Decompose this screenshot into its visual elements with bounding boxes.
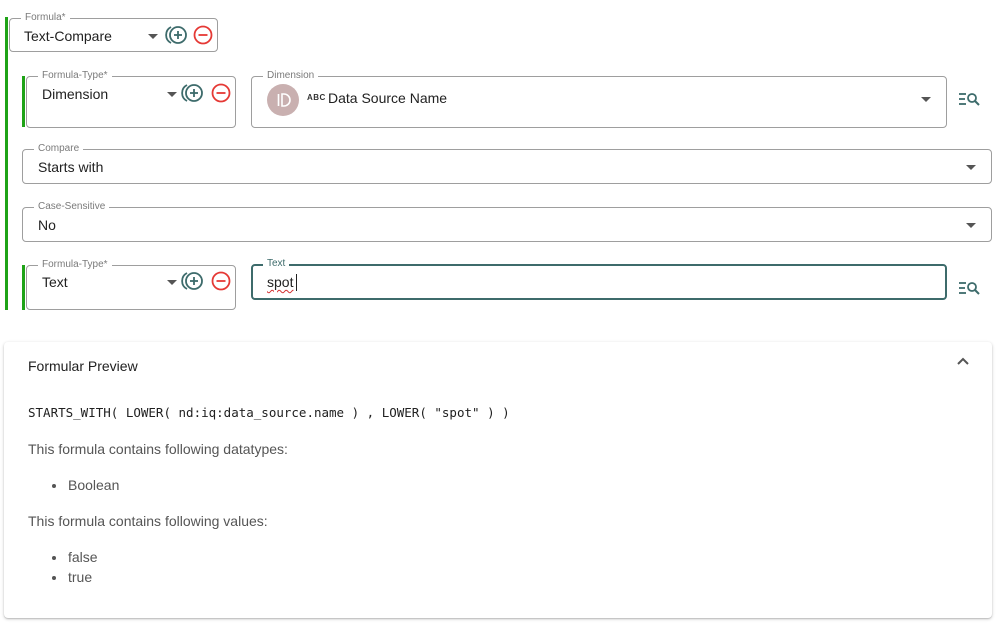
dimension-lookup-button[interactable] — [958, 90, 980, 108]
remove-formula-button[interactable] — [192, 24, 214, 46]
dimension-select[interactable]: Dimension ABC Data Source Name — [251, 70, 947, 128]
text-input-value: spot — [267, 274, 294, 290]
chevron-down-icon — [921, 97, 931, 102]
chevron-down-icon — [966, 165, 976, 170]
data-source-avatar-icon — [267, 84, 299, 116]
formula-type-select-2[interactable]: Formula-Type* Text — [26, 259, 236, 310]
value-item: false — [52, 549, 98, 565]
dimension-legend: Dimension — [263, 70, 319, 82]
datatype-item: Boolean — [51, 477, 120, 493]
remove-formula-type-button-1[interactable] — [210, 82, 232, 104]
remove-formula-type-button-2[interactable] — [210, 270, 232, 292]
compare-select[interactable]: Compare Starts with — [22, 143, 992, 184]
formula-type-select-1[interactable]: Formula-Type* Dimension — [26, 70, 236, 128]
formula-type-value-2: Text — [42, 274, 68, 290]
case-sensitive-value: No — [38, 217, 56, 233]
compare-value: Starts with — [38, 159, 104, 175]
case-sensitive-legend: Case-Sensitive — [34, 201, 110, 213]
add-formula-type-button-2[interactable] — [181, 270, 205, 292]
formula-select[interactable]: Formula* Text-Compare — [9, 12, 218, 52]
text-cursor — [296, 274, 297, 291]
chevron-down-icon — [966, 223, 976, 228]
formula-preview-panel: Formular Preview STARTS_WITH( LOWER( nd:… — [4, 342, 992, 618]
text-legend: Text — [263, 258, 290, 270]
datatypes-label: This formula contains following datatype… — [28, 441, 288, 457]
chevron-up-icon[interactable] — [956, 356, 970, 366]
level-bar-row2 — [22, 265, 25, 310]
formula-value: Text-Compare — [24, 28, 112, 44]
text-type-badge: ABC — [307, 93, 326, 102]
formula-expression: STARTS_WITH( LOWER( nd:iq:data_source.na… — [28, 405, 510, 420]
add-formula-button[interactable] — [165, 24, 189, 46]
chevron-down-icon — [148, 34, 158, 39]
text-lookup-button[interactable] — [958, 279, 980, 297]
level-bar-row1 — [22, 76, 25, 127]
text-input[interactable]: Text spot — [251, 258, 947, 300]
chevron-down-icon — [167, 92, 177, 97]
case-sensitive-select[interactable]: Case-Sensitive No — [22, 201, 992, 242]
formula-legend: Formula* — [21, 12, 70, 24]
formula-type-value-1: Dimension — [42, 86, 109, 102]
add-formula-type-button-1[interactable] — [181, 82, 205, 104]
dimension-value: Data Source Name — [328, 90, 448, 106]
formula-type-legend-2: Formula-Type* — [38, 259, 112, 271]
chevron-down-icon — [167, 280, 177, 285]
formula-type-legend-1: Formula-Type* — [38, 70, 112, 82]
value-item: true — [51, 569, 93, 585]
compare-legend: Compare — [34, 143, 84, 155]
preview-title: Formular Preview — [28, 358, 138, 374]
level-bar-outer — [5, 17, 8, 310]
values-label: This formula contains following values: — [28, 513, 268, 529]
